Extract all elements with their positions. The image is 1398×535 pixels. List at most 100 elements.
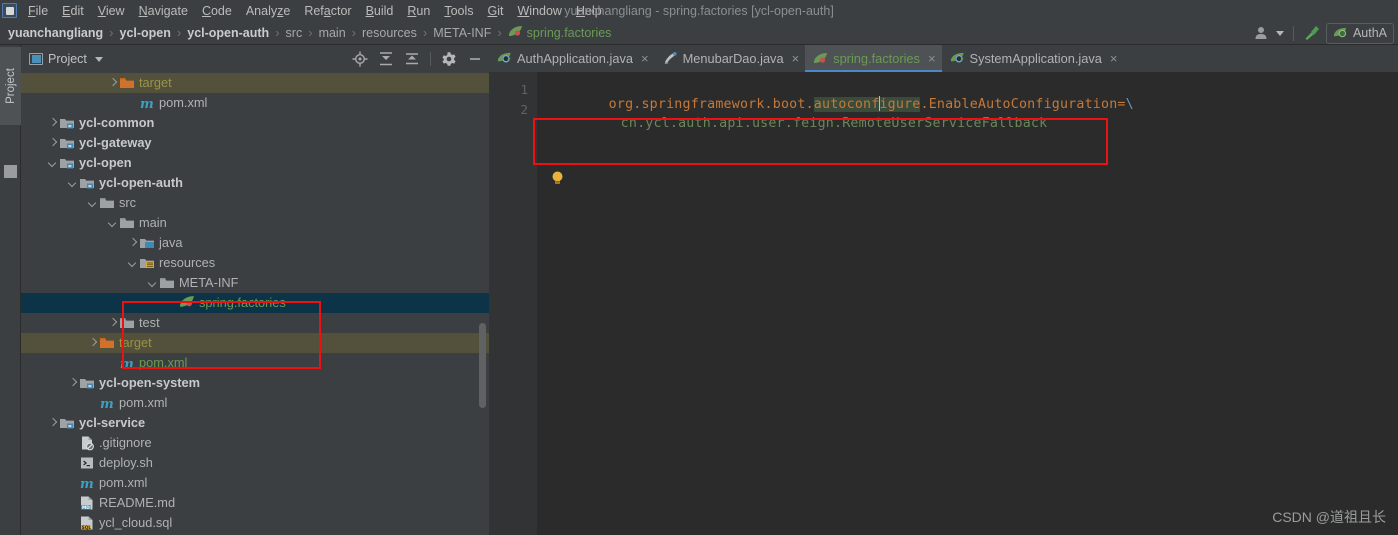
tree-node-main[interactable]: main [21, 213, 489, 233]
build-project-button[interactable] [1298, 23, 1326, 43]
tree-node-ycl-common[interactable]: ycl-common [21, 113, 489, 133]
chevron-down-icon[interactable] [147, 277, 159, 289]
close-tab-icon[interactable]: × [1110, 52, 1118, 65]
editor-gutter[interactable]: 1 2 [489, 72, 537, 535]
tree-node-test[interactable]: test [21, 313, 489, 333]
menu-git[interactable]: Git [481, 2, 511, 20]
menu-run[interactable]: Run [400, 2, 437, 20]
menu-bar: File Edit View Navigate Code Analyze Ref… [0, 0, 1398, 21]
tree-node-target[interactable]: target [21, 73, 489, 93]
breadcrumb-item-meta-inf[interactable]: META-INF [428, 25, 496, 41]
user-avatar-button[interactable] [1249, 23, 1289, 43]
breadcrumb-item-spring-factories[interactable]: spring.factories [503, 24, 617, 42]
tree-node-ycl-cloud-sql[interactable]: SQL ycl_cloud.sql [21, 513, 489, 533]
menu-edit[interactable]: Edit [55, 2, 91, 20]
stripe-button-project[interactable]: Project [0, 47, 21, 125]
tree-node-ycl-service[interactable]: ycl-service [21, 413, 489, 433]
editor-body[interactable]: 1 2 org.springframework.boot.autoconfigu… [489, 72, 1398, 535]
menu-build[interactable]: Build [359, 2, 401, 20]
chevron-down-icon[interactable] [127, 257, 139, 269]
chevron-down-icon[interactable] [47, 157, 59, 169]
tree-node-label: spring.factories [199, 295, 286, 310]
svg-text:SQL: SQL [82, 525, 92, 531]
tree-node-label: .gitignore [99, 435, 152, 450]
tree-node-label: resources [159, 255, 216, 270]
chevron-right-icon[interactable] [127, 237, 139, 249]
close-tab-icon[interactable]: × [792, 52, 800, 65]
tree-node-spring-factories[interactable]: spring.factories [21, 293, 489, 313]
maven-icon: m [79, 475, 95, 492]
tree-node-pom-xml[interactable]: m pom.xml [21, 353, 489, 373]
breadcrumb-item-main[interactable]: main [314, 25, 351, 41]
tree-node--gitignore[interactable]: .gitignore [21, 433, 489, 453]
tree-node-readme-md[interactable]: MD README.md [21, 493, 489, 513]
code-line-2[interactable]: cn.ycl.auth.api.user.feign.RemoteUserSer… [555, 101, 1047, 146]
project-tree-scrollbar[interactable] [478, 73, 487, 535]
breadcrumb-item-resources[interactable]: resources [357, 25, 422, 41]
breadcrumb-item-ycl-open-auth[interactable]: ycl-open-auth [182, 25, 274, 41]
stripe-button-structure[interactable] [4, 165, 17, 178]
tree-node-target[interactable]: target [21, 333, 489, 353]
tree-node-pom-xml[interactable]: m pom.xml [21, 393, 489, 413]
tree-node-label: target [139, 75, 172, 90]
scrollbar-thumb[interactable] [479, 323, 486, 408]
menu-help[interactable]: Help [569, 2, 609, 20]
editor-tab-systemapplication-java[interactable]: SystemApplication.java × [942, 45, 1124, 72]
menu-view[interactable]: View [91, 2, 132, 20]
tree-node-src[interactable]: src [21, 193, 489, 213]
svg-text:MD: MD [82, 505, 90, 511]
tree-node-ycl-open[interactable]: ycl-open [21, 153, 489, 173]
breadcrumb-item-project[interactable]: yuanchangliang [3, 25, 108, 41]
editor-tab-label: spring.factories [833, 51, 920, 66]
tree-node-pom-xml[interactable]: m pom.xml [21, 473, 489, 493]
close-tab-icon[interactable]: × [928, 52, 936, 65]
chevron-right-icon[interactable] [67, 377, 79, 389]
menu-file[interactable]: File [21, 2, 55, 20]
tree-node-java[interactable]: java [21, 233, 489, 253]
chevron-right-icon[interactable] [107, 77, 119, 89]
chevron-right-icon[interactable] [47, 117, 59, 129]
run-configuration-selector[interactable]: AuthA [1325, 22, 1394, 44]
lightbulb-icon[interactable] [551, 171, 564, 185]
breadcrumb-item-ycl-open[interactable]: ycl-open [115, 25, 176, 41]
tree-node-deploy-sh[interactable]: deploy.sh [21, 453, 489, 473]
tree-node-ycl-open-system[interactable]: ycl-open-system [21, 373, 489, 393]
chevron-down-icon[interactable] [87, 197, 99, 209]
editor-tab-label: AuthApplication.java [517, 51, 633, 66]
svg-text:m: m [140, 97, 154, 111]
menu-refactor[interactable]: Refactor [297, 2, 358, 20]
breadcrumb-item-src[interactable]: src [281, 25, 308, 41]
close-tab-icon[interactable]: × [641, 52, 649, 65]
module-icon [59, 135, 75, 151]
chevron-down-icon[interactable] [107, 217, 119, 229]
tree-node-pom-xml[interactable]: m pom.xml [21, 93, 489, 113]
project-tree[interactable]: target m pom.xml ycl-common ycl-gateway ycl-o… [21, 73, 489, 535]
hide-panel-icon[interactable] [467, 51, 483, 67]
settings-gear-icon[interactable] [441, 51, 457, 67]
tree-node-ycl-open-auth[interactable]: ycl-open-auth [21, 173, 489, 193]
editor-tab-label: SystemApplication.java [969, 51, 1102, 66]
chevron-down-icon[interactable] [94, 56, 103, 62]
editor-tab-authapplication-java[interactable]: AuthApplication.java × [489, 45, 655, 72]
chevron-right-icon[interactable] [107, 317, 119, 329]
locate-target-icon[interactable] [352, 51, 368, 67]
tree-node-ycl-gateway[interactable]: ycl-gateway [21, 133, 489, 153]
breadcrumb-file-label: spring.factories [526, 25, 612, 40]
chevron-right-icon[interactable] [87, 337, 99, 349]
menu-window[interactable]: Window [510, 2, 568, 20]
menu-code[interactable]: Code [195, 2, 239, 20]
expand-all-icon[interactable] [378, 51, 394, 67]
navbar-actions: AuthA [1249, 21, 1394, 45]
editor-tab-spring-factories[interactable]: spring.factories × [805, 45, 942, 72]
tree-node-meta-inf[interactable]: META-INF [21, 273, 489, 293]
menu-navigate[interactable]: Navigate [132, 2, 195, 20]
editor-tab-menubardao-java[interactable]: MenubarDao.java × [655, 45, 806, 72]
chevron-right-icon[interactable] [47, 137, 59, 149]
menu-tools[interactable]: Tools [437, 2, 480, 20]
chevron-down-icon[interactable] [67, 177, 79, 189]
collapse-all-icon[interactable] [404, 51, 420, 67]
chevron-right-icon[interactable] [47, 417, 59, 429]
tree-node-resources[interactable]: resources [21, 253, 489, 273]
menu-analyze[interactable]: Analyze [239, 2, 297, 20]
